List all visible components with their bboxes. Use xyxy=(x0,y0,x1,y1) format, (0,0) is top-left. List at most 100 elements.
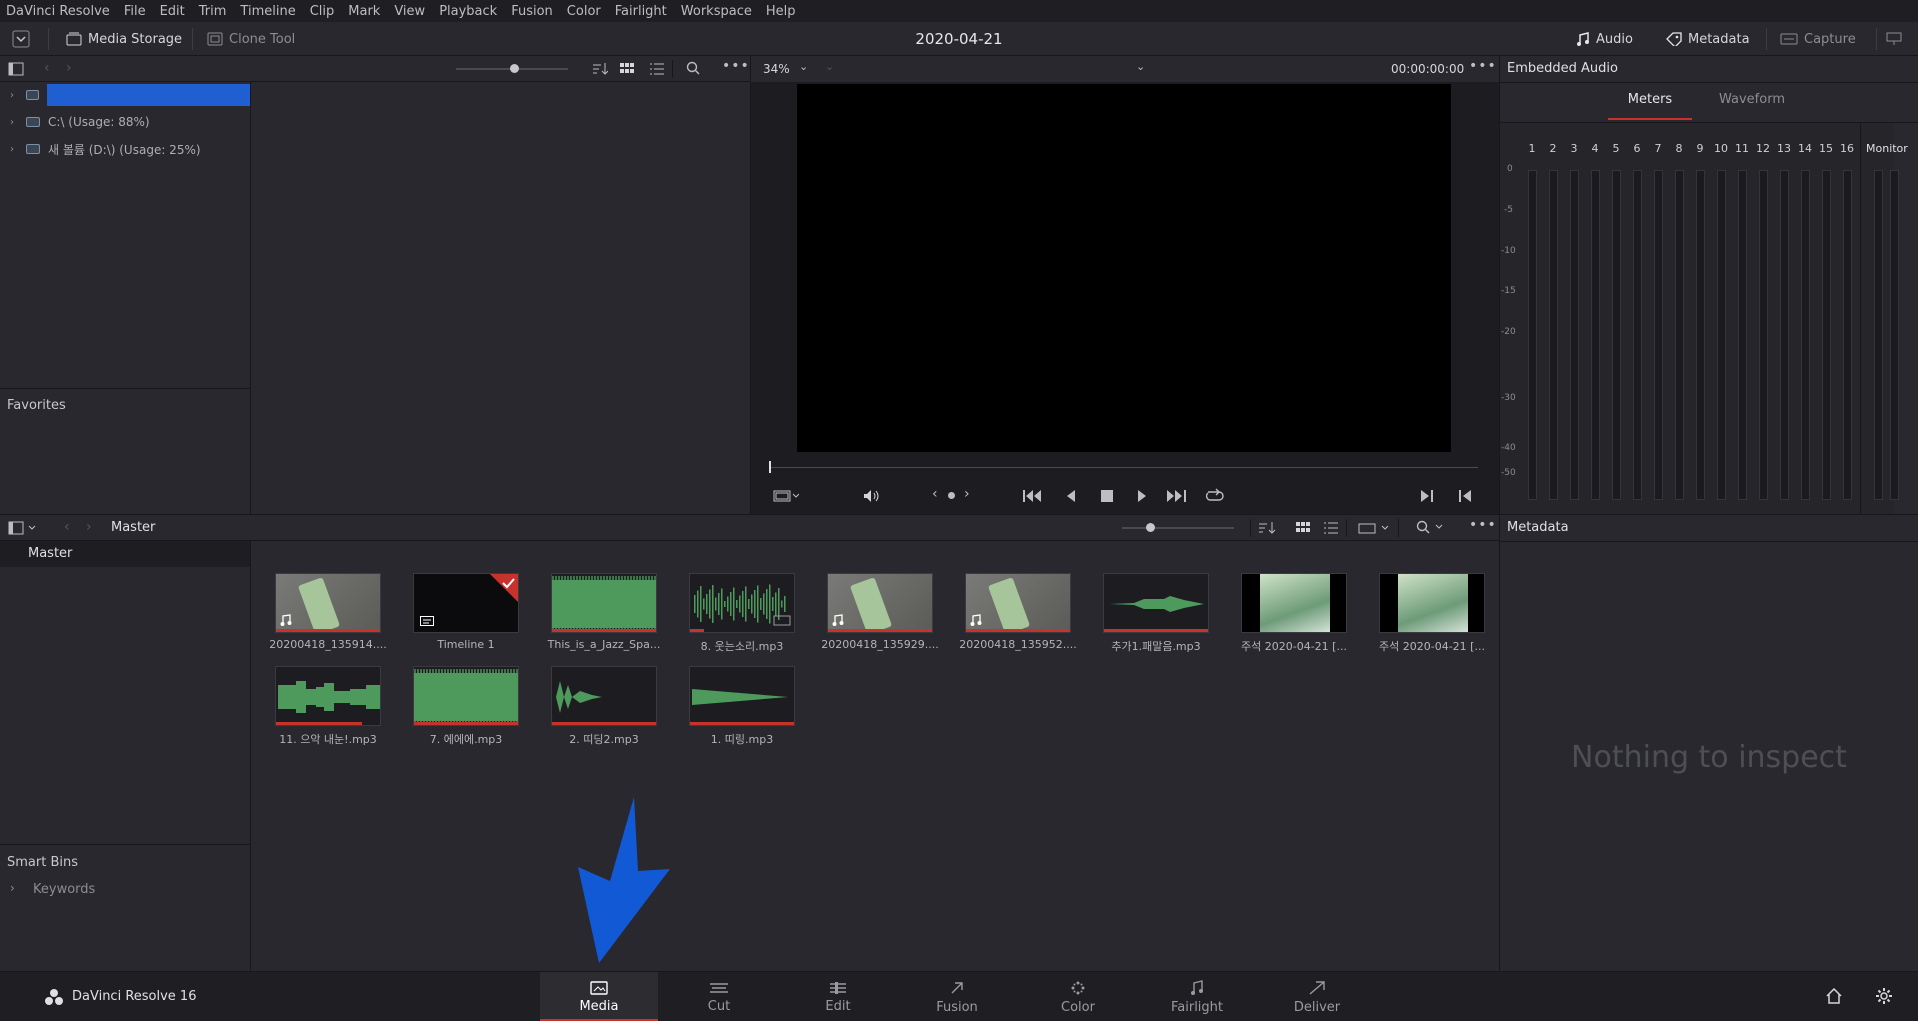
tree-row-d-drive[interactable]: › 새 볼륨 (D:\) (Usage: 25%) xyxy=(0,138,201,160)
media-storage-icon xyxy=(66,32,82,46)
page-tab-color[interactable]: Color xyxy=(1019,972,1137,1021)
tree-row-selected[interactable]: › xyxy=(0,84,250,106)
chevron-down-icon[interactable]: ⌄ xyxy=(1136,60,1145,73)
fairlight-page-icon xyxy=(1190,979,1204,996)
menu-item-mark[interactable]: Mark xyxy=(348,4,380,19)
grid-view-icon[interactable] xyxy=(620,62,634,76)
menu-item-playback[interactable]: Playback xyxy=(439,4,497,19)
jog-right-icon[interactable]: › xyxy=(964,486,970,502)
tree-row-c-drive[interactable]: › C:\ (Usage: 88%) xyxy=(0,111,150,133)
clip-thumbnail[interactable] xyxy=(1379,573,1485,633)
thumbnail-mode-icon[interactable] xyxy=(1358,521,1392,535)
capture-button[interactable]: Capture xyxy=(1780,28,1856,50)
mark-out-icon[interactable] xyxy=(1420,489,1434,503)
page-tab-fairlight[interactable]: Fairlight xyxy=(1138,972,1256,1021)
settings-gear-icon[interactable] xyxy=(1876,988,1892,1004)
page-tab-cut[interactable]: Cut xyxy=(660,972,778,1021)
playhead[interactable] xyxy=(769,461,771,473)
zoom-level[interactable]: 34% xyxy=(763,62,790,76)
grid-view-icon[interactable] xyxy=(1296,521,1310,535)
clip-thumbnail[interactable] xyxy=(413,666,519,726)
tab-waveform[interactable]: Waveform xyxy=(1710,92,1794,120)
clip-thumbnail[interactable] xyxy=(275,573,381,633)
clip-thumbnail[interactable] xyxy=(275,666,381,726)
bin-list-toggle-icon[interactable] xyxy=(8,521,38,535)
clone-tool-button[interactable]: Clone Tool xyxy=(207,28,295,50)
clip-thumbnail[interactable] xyxy=(1241,573,1347,633)
menu-item-davinci-resolve[interactable]: DaVinci Resolve xyxy=(6,4,110,19)
clip-size-slider[interactable] xyxy=(1122,523,1234,532)
presentation-button[interactable] xyxy=(1886,28,1902,50)
more-options-icon[interactable]: ••• xyxy=(1469,58,1497,74)
home-icon[interactable] xyxy=(1826,988,1842,1004)
clip-thumbnail[interactable] xyxy=(689,666,795,726)
forward-arrow-icon[interactable]: › xyxy=(86,519,92,535)
workspace-dropdown[interactable] xyxy=(12,28,30,50)
menu-item-timeline[interactable]: Timeline xyxy=(240,4,295,19)
viewer-mode-icon[interactable] xyxy=(773,489,799,503)
menu-item-fairlight[interactable]: Fairlight xyxy=(615,4,667,19)
clip-thumbnail[interactable] xyxy=(827,573,933,633)
menu-item-file[interactable]: File xyxy=(124,4,146,19)
loop-icon[interactable] xyxy=(1204,488,1224,504)
search-icon[interactable] xyxy=(686,61,700,75)
volume-icon[interactable] xyxy=(863,489,881,503)
db-scale-label: -40 xyxy=(1501,443,1516,453)
slider-handle[interactable] xyxy=(1146,523,1155,532)
mark-in-icon[interactable] xyxy=(1458,489,1472,503)
page-tab-edit[interactable]: Edit xyxy=(779,972,897,1021)
back-arrow-icon[interactable]: ‹ xyxy=(64,519,70,535)
menu-item-help[interactable]: Help xyxy=(766,4,796,19)
menu-item-view[interactable]: View xyxy=(394,4,425,19)
slider-handle[interactable] xyxy=(510,64,519,73)
skip-to-end-icon[interactable] xyxy=(1166,489,1188,503)
storage-browser[interactable] xyxy=(251,82,750,514)
clip-thumbnail[interactable] xyxy=(689,573,795,633)
clip-name: This_is_a_Jazz_Spa... xyxy=(547,638,661,651)
smart-bin-keywords[interactable]: › Keywords xyxy=(0,879,250,901)
play-reverse-icon[interactable] xyxy=(1065,489,1077,503)
media-storage-button[interactable]: Media Storage xyxy=(66,28,182,50)
menu-item-edit[interactable]: Edit xyxy=(160,4,185,19)
menu-item-workspace[interactable]: Workspace xyxy=(681,4,752,19)
tab-meters[interactable]: Meters xyxy=(1608,92,1692,120)
thumbnail-size-slider[interactable] xyxy=(456,64,568,73)
metadata-button[interactable]: Metadata xyxy=(1666,28,1750,50)
list-view-icon[interactable] xyxy=(1324,521,1338,535)
jog-left-icon[interactable]: ‹ xyxy=(932,486,938,502)
skip-to-start-icon[interactable] xyxy=(1022,489,1044,503)
clip-thumbnail[interactable] xyxy=(551,573,657,633)
play-icon[interactable] xyxy=(1136,489,1148,503)
audio-button[interactable]: Audio xyxy=(1576,28,1633,50)
clip-thumbnail[interactable] xyxy=(1103,573,1209,633)
sort-icon[interactable] xyxy=(1258,521,1276,535)
clip-thumbnail[interactable] xyxy=(965,573,1071,633)
menu-item-clip[interactable]: Clip xyxy=(310,4,335,19)
bin-item-master[interactable]: Master xyxy=(0,541,250,567)
viewer-scrubber[interactable] xyxy=(770,467,1478,468)
list-view-icon[interactable] xyxy=(650,62,664,76)
sort-icon[interactable] xyxy=(592,62,608,76)
meter-channel xyxy=(1654,170,1663,500)
page-tab-media[interactable]: Media xyxy=(540,972,658,1021)
chevron-down-icon[interactable]: ⌄ xyxy=(799,60,808,73)
jog-center-icon[interactable] xyxy=(948,492,955,499)
more-options-icon[interactable]: ••• xyxy=(722,58,750,74)
search-icon[interactable] xyxy=(1416,520,1446,534)
page-tab-fusion[interactable]: Fusion xyxy=(898,972,1016,1021)
sidebar-toggle-icon[interactable] xyxy=(8,62,24,76)
clip-thumbnail[interactable] xyxy=(551,666,657,726)
clip-thumbnail[interactable] xyxy=(413,573,519,633)
chevron-down-icon xyxy=(12,30,30,48)
menu-item-color[interactable]: Color xyxy=(567,4,601,19)
media-page-icon xyxy=(590,980,608,995)
forward-arrow-icon[interactable]: › xyxy=(66,60,72,76)
page-tab-deliver[interactable]: Deliver xyxy=(1258,972,1376,1021)
clip-dropdown[interactable]: ⌄ xyxy=(825,60,834,73)
menu-item-fusion[interactable]: Fusion xyxy=(511,4,553,19)
back-arrow-icon[interactable]: ‹ xyxy=(44,60,50,76)
menu-item-trim[interactable]: Trim xyxy=(199,4,227,19)
stop-icon[interactable] xyxy=(1100,489,1114,503)
more-options-icon[interactable]: ••• xyxy=(1469,517,1497,533)
viewer-canvas[interactable] xyxy=(797,84,1451,452)
